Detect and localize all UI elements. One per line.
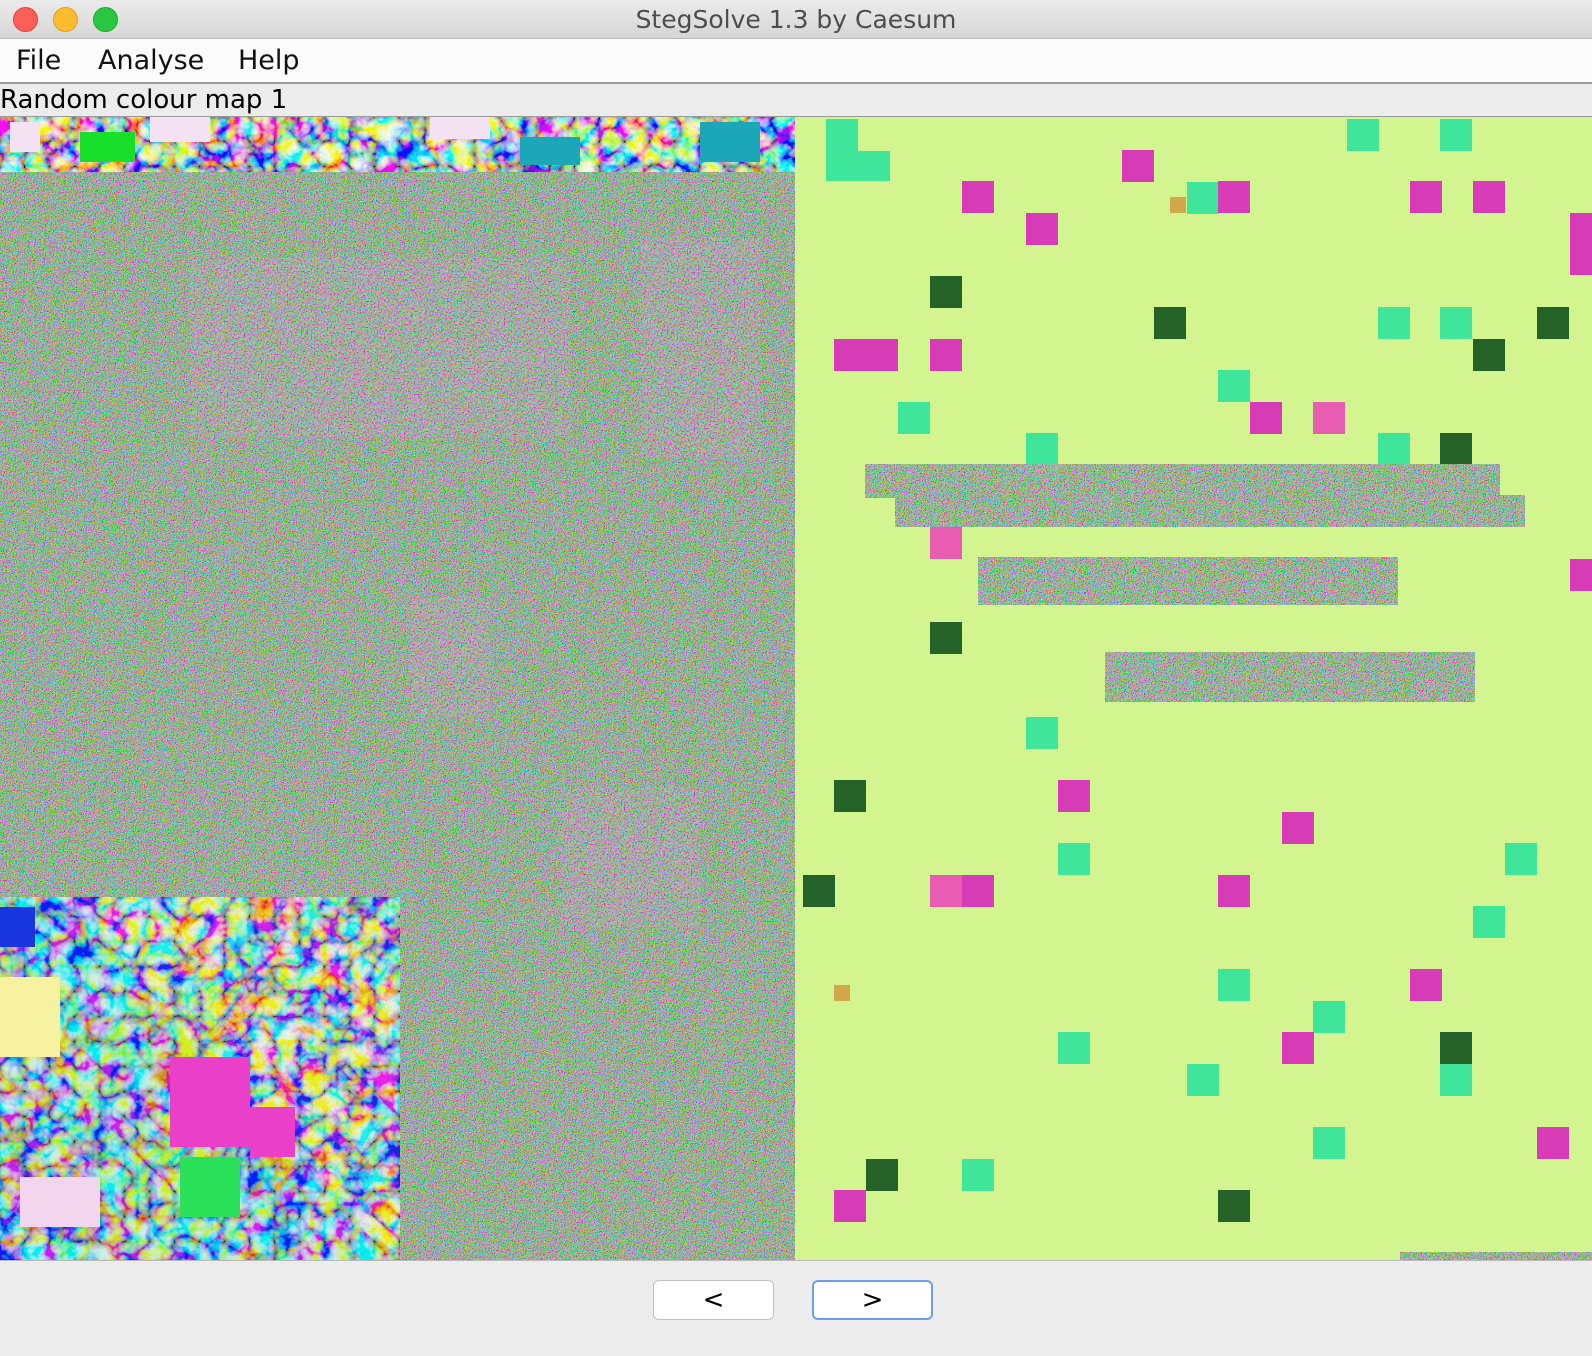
menu-help[interactable]: Help bbox=[238, 45, 300, 76]
previous-plane-button[interactable]: < bbox=[653, 1280, 774, 1320]
menu-bar: File Analyse Help bbox=[0, 39, 1592, 84]
bottom-divider bbox=[0, 1260, 1592, 1261]
menu-analyse[interactable]: Analyse bbox=[98, 45, 204, 76]
image-viewer bbox=[0, 117, 1592, 1260]
app-window: StegSolve 1.3 by Caesum File Analyse Hel… bbox=[0, 0, 1592, 1356]
bottom-strip bbox=[1400, 1252, 1592, 1260]
title-bar: StegSolve 1.3 by Caesum bbox=[0, 0, 1592, 39]
top-artifact-band bbox=[0, 117, 795, 172]
mode-label: Random colour map 1 bbox=[0, 85, 288, 115]
menu-file[interactable]: File bbox=[16, 45, 61, 76]
analysed-image bbox=[0, 117, 1592, 1260]
window-title: StegSolve 1.3 by Caesum bbox=[635, 5, 957, 34]
next-plane-button[interactable]: > bbox=[812, 1280, 933, 1320]
